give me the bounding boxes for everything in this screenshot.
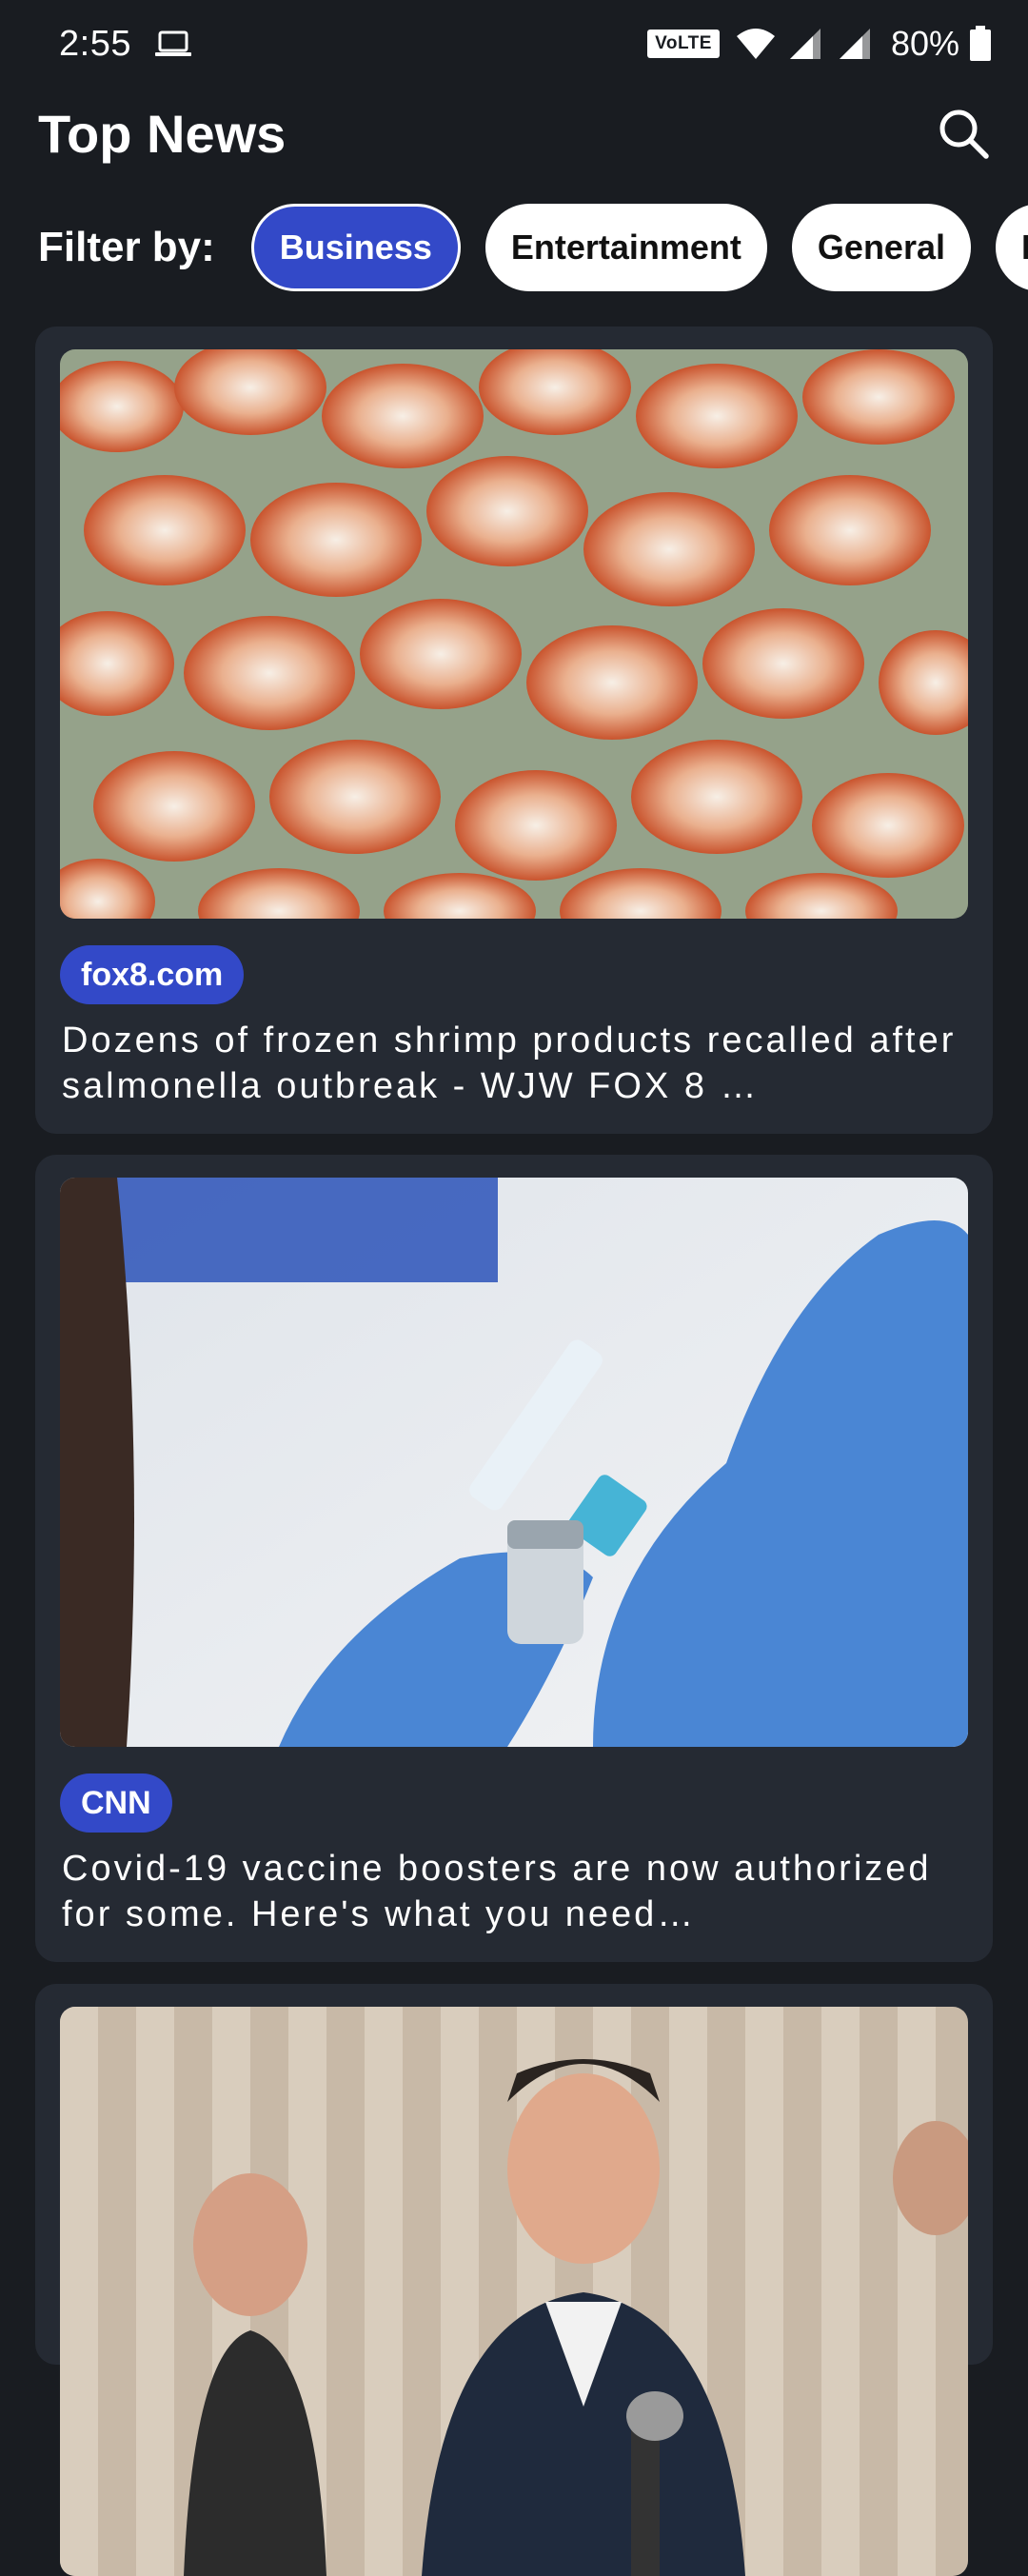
battery-icon <box>970 26 991 61</box>
filter-chip-health[interactable]: Health <box>996 204 1028 291</box>
news-card[interactable] <box>35 1984 993 2576</box>
signal-icon-2 <box>839 29 870 59</box>
article-image <box>60 2007 968 2576</box>
filter-chip-business[interactable]: Business <box>250 204 461 291</box>
article-title: Dozens of frozen shrimp products recalle… <box>62 1020 957 1106</box>
filter-chip-entertainment[interactable]: Entertainment <box>484 204 767 291</box>
volte-badge: VoLTE <box>647 30 720 58</box>
source-badge: fox8.com <box>60 945 245 1004</box>
status-right: VoLTE 80% <box>647 24 992 64</box>
article-image <box>60 1178 968 1747</box>
battery-percent: 80% <box>890 24 959 63</box>
status-time: 2:55 <box>59 23 131 64</box>
filter-label: Filter by: <box>38 224 215 270</box>
search-icon <box>939 109 989 159</box>
article-title: Covid-19 vaccine boosters are now author… <box>62 1849 932 1934</box>
filter-row: Filter by: Business Entertainment Genera… <box>0 202 1028 293</box>
article-image <box>60 349 968 919</box>
page-title: Top News <box>38 103 287 164</box>
source-badge: CNN <box>60 1773 172 1833</box>
signal-icon <box>789 29 820 59</box>
app-bar: Top News <box>0 88 1028 179</box>
news-card[interactable]: fox8.com Dozens of frozen shrimp product… <box>35 327 993 1134</box>
status-bar: 2:55 VoLTE 80% <box>0 0 1028 88</box>
status-left: 2:55 <box>59 24 192 65</box>
wifi-icon <box>736 29 775 59</box>
news-card[interactable]: CNN Covid-19 vaccine boosters are now au… <box>35 1155 993 1962</box>
search-button[interactable] <box>933 103 994 164</box>
laptop-icon <box>154 30 191 56</box>
filter-chip-general[interactable]: General <box>791 204 971 291</box>
